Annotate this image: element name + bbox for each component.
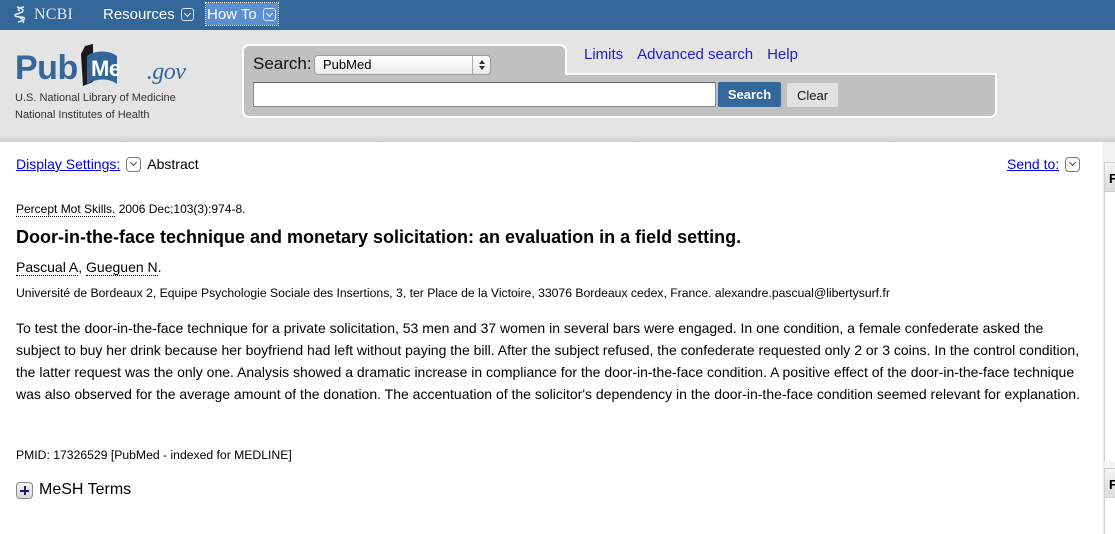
send-to-link[interactable]: Send to: (1007, 156, 1059, 172)
database-select-value: PubMed (323, 57, 372, 72)
mesh-terms-label: MeSH Terms (39, 481, 132, 498)
logo-subtitle-line1: U.S. National Library of Medicine (15, 92, 176, 104)
abstract-text: To test the door-in-the-face technique f… (16, 320, 1080, 402)
open-book-icon: Med (79, 44, 119, 88)
sidebar-panel-header[interactable]: F (1105, 468, 1115, 498)
search-button[interactable]: Search (718, 82, 781, 107)
select-arrows-icon (472, 56, 490, 74)
logo-pub: Pub (15, 49, 78, 87)
resources-menu[interactable]: Resources (103, 3, 194, 25)
author-link[interactable]: Pascual A (16, 259, 79, 276)
display-settings-link[interactable]: Display Settings: (16, 156, 120, 172)
expand-plus-icon[interactable] (16, 481, 33, 499)
sidebar-panel-header[interactable]: F (1105, 162, 1115, 192)
send-to: Send to: (1007, 156, 1086, 172)
citation-details: 2006 Dec;103(3):974-8. (115, 202, 246, 216)
database-select[interactable]: PubMed (314, 55, 491, 75)
pmid: PMID: 17326529 [PubMed - indexed for MED… (16, 448, 292, 462)
clear-button[interactable]: Clear (787, 83, 838, 107)
logo-subtitle-line2: National Institutes of Health (15, 109, 150, 121)
citation: Percept Mot Skills. 2006 Dec;103(3):974-… (16, 202, 246, 217)
logo-med: Med (91, 56, 119, 81)
chevron-down-icon[interactable] (1065, 156, 1081, 172)
journal-link[interactable]: Percept Mot Skills. (16, 202, 116, 217)
search-label: Search: (253, 54, 312, 73)
display-settings: Display Settings: Abstract (16, 156, 199, 172)
resources-menu-label: Resources (103, 5, 175, 23)
how-to-menu-label: How To (207, 5, 257, 23)
affiliation: Université de Bordeaux 2, Equipe Psychol… (16, 286, 890, 300)
pubmed-wordmark: Pub Med .gov (15, 40, 186, 88)
advanced-search-link[interactable]: Advanced search (637, 46, 753, 63)
ncbi-logo[interactable]: NCBI (14, 4, 73, 26)
how-to-menu[interactable]: How To (205, 2, 279, 26)
chevron-down-icon (262, 7, 276, 21)
chevron-down-icon[interactable] (126, 156, 142, 172)
logo-gov: .gov (146, 59, 186, 85)
limits-link[interactable]: Limits (584, 46, 623, 63)
sidebar-panel: F (1104, 162, 1115, 462)
ncbi-helix-icon (14, 6, 26, 24)
pubmed-header: Pub Med .gov U.S. National Library of Me… (0, 30, 1115, 142)
sidebar-panel: F (1104, 468, 1115, 534)
author-list: Pascual A, Gueguen N. (16, 259, 162, 276)
article-title: Door-in-the-face technique and monetary … (16, 227, 742, 247)
author-separator: , (78, 259, 87, 275)
mesh-terms-toggle[interactable]: MeSH Terms (16, 481, 131, 499)
search-links: Limits Advanced search Help (584, 46, 798, 63)
pubmed-logo[interactable]: Pub Med .gov U.S. National Library of Me… (15, 40, 186, 124)
author-separator: . (157, 259, 162, 275)
help-link[interactable]: Help (767, 46, 798, 63)
chevron-down-icon (180, 7, 194, 21)
author-link[interactable]: Gueguen N (86, 259, 158, 276)
abstract-content: Display Settings: Abstract Send to: Perc… (0, 143, 1100, 534)
ncbi-top-bar: NCBI Resources How To (0, 0, 1115, 30)
logo-subtitle: U.S. National Library of Medicine Nation… (15, 90, 185, 124)
ncbi-logo-text: NCBI (34, 6, 74, 23)
display-mode: Abstract (147, 156, 199, 172)
search-input[interactable] (253, 82, 716, 107)
